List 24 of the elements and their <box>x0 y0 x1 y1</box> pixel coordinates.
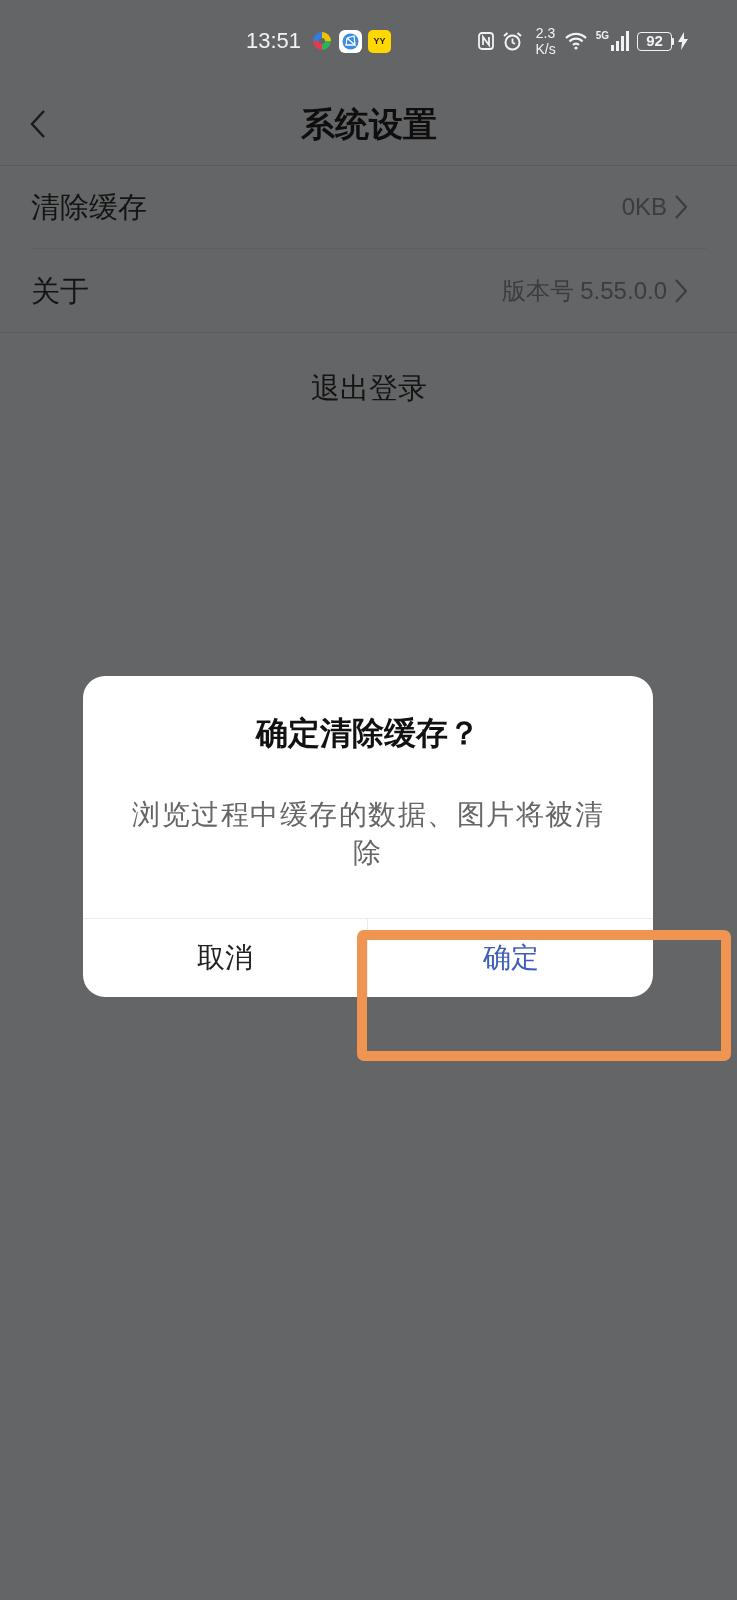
chevron-right-icon <box>675 278 687 303</box>
dialog-message: 浏览过程中缓存的数据、图片将被清除 <box>131 798 605 870</box>
battery-indicator: 92 <box>637 31 674 51</box>
nfc-icon <box>478 32 495 50</box>
back-chevron-icon <box>30 109 46 138</box>
logout-button[interactable]: 退出登录 <box>286 349 451 429</box>
cancel-button[interactable]: 取消 <box>83 919 368 997</box>
pinwheel-icon <box>311 30 334 52</box>
speed-unit: K/s <box>535 41 556 57</box>
page-title: 系统设置 <box>300 103 437 144</box>
wifi-icon <box>563 32 588 50</box>
row-label: 清除缓存 <box>31 190 147 225</box>
chevron-right-icon <box>675 195 687 219</box>
speed-value: 2.3 <box>535 25 556 41</box>
charging-bolt-icon <box>678 32 688 50</box>
app-icon: YY <box>368 29 392 53</box>
row-label: 关于 <box>31 273 89 309</box>
status-time: 13:51 <box>246 28 302 54</box>
alarm-clock-icon <box>502 30 524 52</box>
dialog-title: 确定清除缓存？ <box>254 714 481 753</box>
network-type: 5G <box>595 31 609 41</box>
globe-icon <box>339 29 363 53</box>
confirm-button[interactable]: 确定 <box>368 919 653 997</box>
signal-icon <box>611 31 629 51</box>
